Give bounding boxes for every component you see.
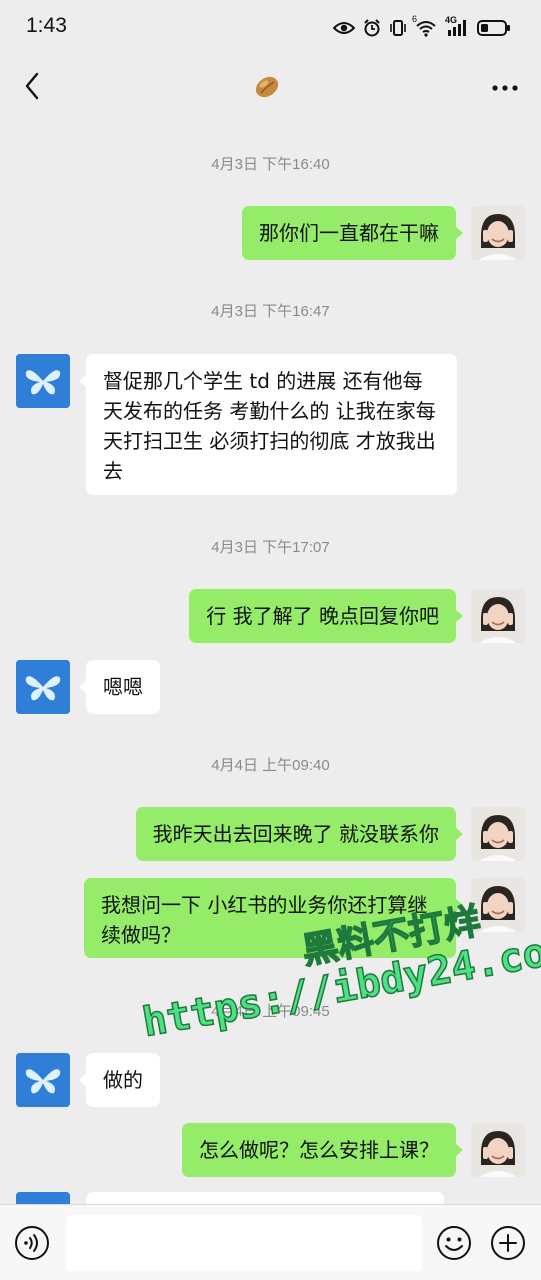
butterfly-avatar-icon	[16, 1053, 70, 1107]
person-avatar-icon	[471, 206, 525, 260]
message-bubble-self[interactable]: 行 我了解了 晚点回复你吧	[189, 589, 463, 643]
message-timestamp: 4月3日 下午17:07	[211, 539, 330, 556]
message-input[interactable]	[66, 1215, 422, 1271]
message-bubble-other[interactable]: 做的	[79, 1053, 160, 1107]
butterfly-avatar-icon	[16, 354, 70, 408]
vibrate-icon	[390, 20, 406, 36]
message-timestamp: 4月4日 上午09:40	[211, 757, 330, 774]
emoji-button[interactable]	[436, 1225, 472, 1261]
self-avatar[interactable]	[471, 878, 525, 932]
self-avatar[interactable]	[471, 1123, 525, 1177]
message-bubble-self[interactable]: 我昨天出去回来晚了 就没联系你	[135, 807, 464, 861]
butterfly-avatar-icon	[16, 660, 70, 714]
message-bubble-self[interactable]: 我想问一下 小红书的业务你还打算继续做吗？	[84, 878, 463, 958]
wifi-badge: 6	[412, 14, 418, 24]
back-button[interactable]	[14, 68, 50, 104]
contact-avatar[interactable]	[16, 660, 70, 714]
self-avatar[interactable]	[471, 589, 525, 643]
bean-sticker-icon	[255, 76, 279, 98]
voice-button[interactable]	[14, 1225, 50, 1261]
status-icons: 6 4G	[333, 14, 511, 42]
alarm-icon	[364, 19, 380, 37]
message-timestamp: 4月3日 下午16:47	[211, 303, 330, 320]
person-avatar-icon	[471, 807, 525, 861]
contact-avatar[interactable]	[16, 1053, 70, 1107]
message-bubble-self[interactable]: 怎么做呢？怎么安排上课？	[182, 1123, 463, 1177]
message-bubble-other[interactable]: 嗯嗯	[79, 660, 160, 714]
chat-title	[250, 72, 284, 102]
signal-icon: 4G	[445, 15, 469, 37]
contact-avatar[interactable]	[16, 354, 70, 408]
chevron-left-icon	[25, 72, 39, 100]
person-avatar-icon	[471, 878, 525, 932]
self-avatar[interactable]	[471, 206, 525, 260]
plus-icon	[491, 1226, 525, 1260]
message-timestamp: 4月4日 上午09:45	[211, 1003, 330, 1020]
more-dots-icon	[492, 85, 518, 91]
eye-icon	[333, 22, 355, 34]
battery-icon	[477, 20, 510, 36]
person-avatar-icon	[471, 589, 525, 643]
wifi-icon: 6	[412, 14, 437, 37]
message-bubble-self[interactable]: 那你们一直都在干嘛	[242, 206, 463, 260]
message-timestamp: 4月3日 下午16:40	[211, 156, 330, 173]
person-avatar-icon	[471, 1123, 525, 1177]
network-type-label: 4G	[445, 15, 458, 25]
chat-header	[0, 56, 541, 118]
more-functions-button[interactable]	[490, 1225, 526, 1261]
emoji-icon	[437, 1226, 471, 1260]
status-time: 1:43	[26, 14, 67, 37]
message-bubble-other[interactable]: 督促那几个学生 td 的进展 还有他每天发布的任务 考勤什么的 让我在家每天打扫…	[79, 354, 457, 495]
status-bar: 1:43 6 4G	[0, 0, 541, 56]
more-button[interactable]	[487, 70, 523, 106]
voice-icon	[15, 1226, 49, 1260]
self-avatar[interactable]	[471, 807, 525, 861]
chat-input-bar	[0, 1204, 541, 1280]
